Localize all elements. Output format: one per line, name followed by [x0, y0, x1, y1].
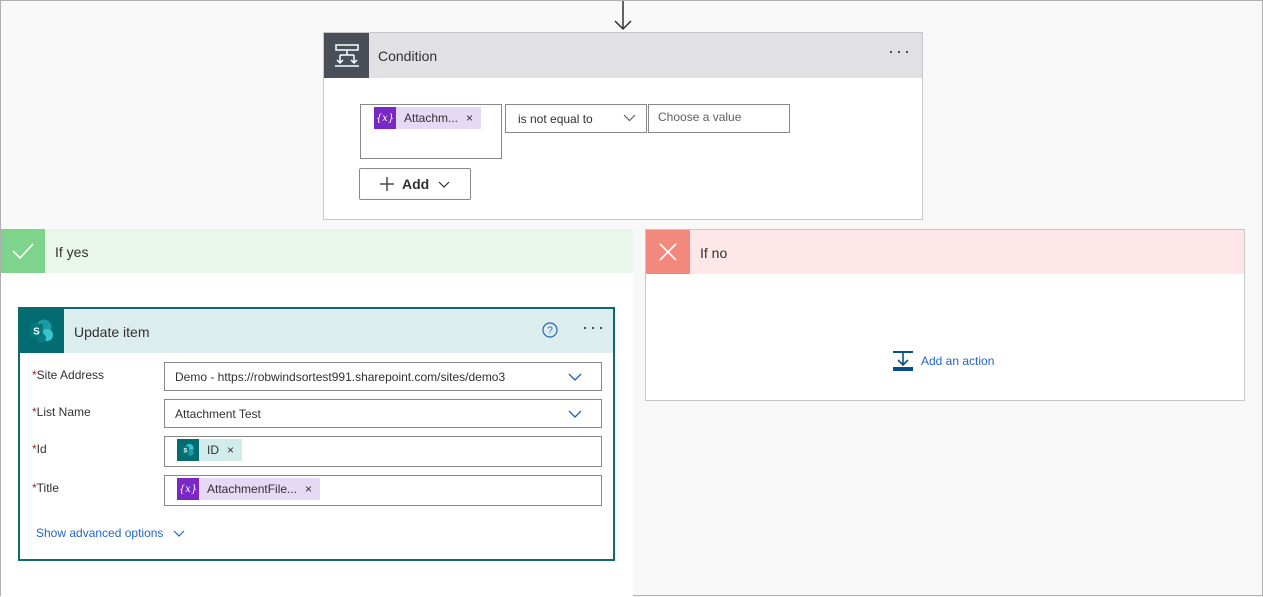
title-label-text: Title: [36, 481, 59, 495]
condition-title: Condition: [378, 48, 438, 64]
show-advanced-options-link[interactable]: Show advanced options: [36, 526, 185, 540]
checkmark-icon: [1, 229, 45, 273]
remove-token-button[interactable]: ×: [305, 482, 320, 496]
site-address-dropdown[interactable]: Demo - https://robwindsortest991.sharepo…: [164, 362, 602, 391]
sharepoint-icon: S: [20, 309, 64, 353]
add-action-icon: [893, 351, 913, 371]
variable-icon: {x}: [374, 107, 396, 129]
id-label: *Id: [32, 442, 47, 456]
id-input[interactable]: S ID ×: [164, 436, 602, 467]
chevron-down-icon: [174, 530, 185, 537]
if-no-header[interactable]: If no: [646, 230, 1244, 274]
condition-icon: [324, 33, 369, 78]
svg-text:?: ?: [547, 326, 553, 337]
if-yes-title: If yes: [55, 244, 89, 260]
operator-dropdown[interactable]: is not equal to: [505, 104, 647, 133]
id-token[interactable]: S ID ×: [177, 439, 243, 461]
add-button-label: Add: [402, 176, 430, 192]
connector-arrow-icon: [614, 1, 632, 31]
remove-token-button[interactable]: ×: [227, 443, 242, 457]
chevron-down-icon: [623, 114, 636, 122]
update-item-header[interactable]: S Update item ? ···: [20, 309, 613, 353]
attachment-file-token[interactable]: {x} AttachmentFile... ×: [177, 478, 321, 500]
site-address-label-text: Site Address: [36, 368, 105, 382]
attachment-token[interactable]: {x} Attachm... ×: [374, 107, 482, 129]
attachment-token-label: Attachm...: [404, 111, 459, 125]
id-label-text: Id: [36, 442, 47, 456]
chevron-down-icon: [438, 181, 450, 188]
list-name-dropdown[interactable]: Attachment Test: [164, 399, 602, 428]
attachment-file-token-label: AttachmentFile...: [207, 482, 298, 496]
site-address-value: Demo - https://robwindsortest991.sharepo…: [175, 370, 506, 384]
list-name-label-text: List Name: [36, 405, 91, 419]
add-condition-button[interactable]: Add: [359, 168, 471, 200]
if-yes-header[interactable]: If yes: [1, 229, 633, 273]
condition-left-operand[interactable]: {x} Attachm... ×: [360, 104, 502, 159]
if-no-branch: If no Add an action: [645, 229, 1245, 401]
condition-value-input[interactable]: [648, 104, 790, 133]
add-an-action-button[interactable]: Add an action: [892, 350, 994, 372]
title-input[interactable]: {x} AttachmentFile... ×: [164, 475, 602, 506]
if-no-title: If no: [700, 245, 728, 261]
variable-icon: {x}: [177, 478, 199, 500]
title-label: *Title: [32, 481, 59, 495]
update-item-card: S Update item ? ··· *Site Address Demo -…: [18, 307, 615, 561]
add-an-action-label: Add an action: [921, 354, 995, 368]
sharepoint-icon: S: [177, 439, 199, 461]
site-address-label: *Site Address: [32, 368, 104, 382]
svg-text:S: S: [183, 448, 187, 454]
chevron-down-icon: [568, 410, 582, 418]
condition-more-button[interactable]: ···: [888, 42, 912, 60]
update-item-title: Update item: [74, 324, 150, 340]
chevron-down-icon: [568, 373, 582, 381]
choose-value-field[interactable]: [649, 105, 788, 128]
svg-text:S: S: [33, 327, 40, 338]
condition-card: Condition ··· {x} Attachm... × is not eq…: [323, 32, 923, 220]
list-name-value: Attachment Test: [175, 407, 261, 421]
show-advanced-options-label: Show advanced options: [36, 526, 164, 540]
plus-icon: [380, 177, 394, 191]
help-icon[interactable]: ?: [542, 322, 558, 338]
operator-value: is not equal to: [518, 112, 593, 126]
close-icon: [646, 230, 690, 274]
id-token-label: ID: [207, 443, 219, 457]
remove-token-button[interactable]: ×: [466, 111, 481, 125]
update-item-more-button[interactable]: ···: [582, 318, 606, 336]
condition-header[interactable]: Condition ···: [324, 33, 922, 78]
list-name-label: *List Name: [32, 405, 91, 419]
